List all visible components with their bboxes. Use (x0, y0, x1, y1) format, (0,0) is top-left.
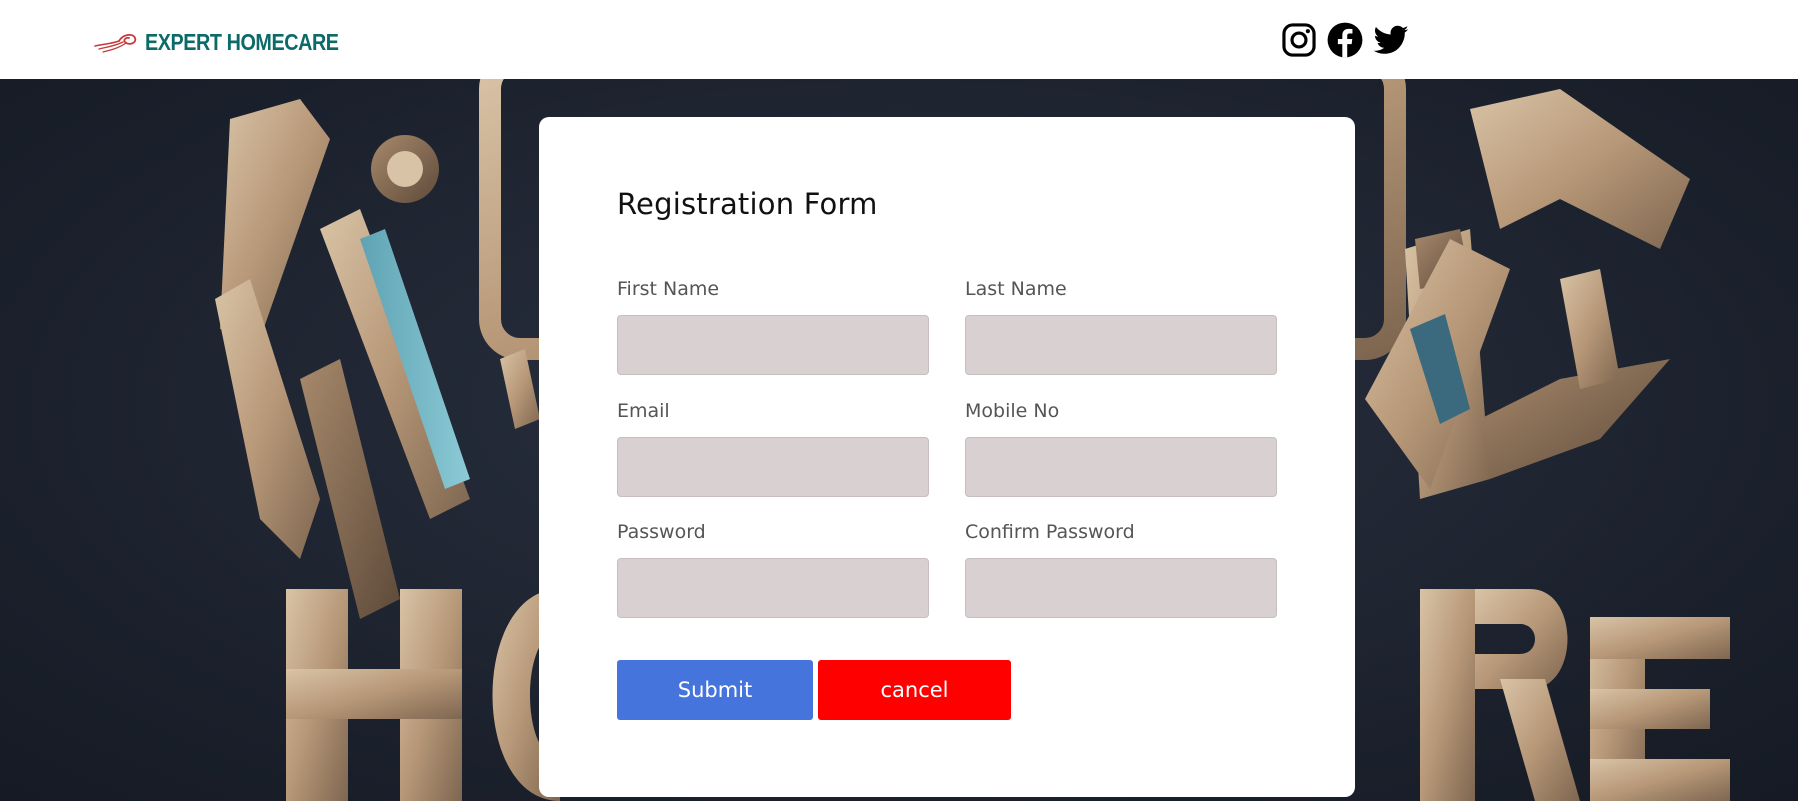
swirl-logo-icon (94, 34, 137, 53)
confirm-password-group: Confirm Password (965, 520, 1277, 618)
password-input[interactable] (617, 558, 929, 618)
mobile-input[interactable] (965, 437, 1277, 497)
email-input[interactable] (617, 437, 929, 497)
facebook-link[interactable] (1326, 21, 1364, 59)
email-group: Email (617, 399, 929, 497)
cancel-button[interactable]: cancel (818, 660, 1011, 720)
registration-form-card: Registration Form First Name Last Name E… (539, 117, 1355, 797)
confirm-password-label: Confirm Password (965, 521, 1135, 543)
twitter-link[interactable] (1372, 21, 1410, 59)
twitter-icon (1373, 25, 1409, 54)
social-links (1280, 21, 1410, 59)
form-title: Registration Form (617, 187, 878, 221)
submit-button[interactable]: Submit (617, 660, 813, 720)
first-name-group: First Name (617, 277, 929, 375)
brand-name: EXPERT HOMECARE (145, 29, 339, 55)
brand-logo[interactable]: EXPERT HOMECARE (93, 26, 370, 58)
top-navbar: EXPERT HOMECARE (0, 0, 1798, 79)
password-group: Password (617, 520, 929, 618)
email-label: Email (617, 400, 670, 422)
confirm-password-input[interactable] (965, 558, 1277, 618)
last-name-group: Last Name (965, 277, 1277, 375)
instagram-icon (1282, 23, 1316, 57)
mobile-label: Mobile No (965, 400, 1060, 422)
first-name-label: First Name (617, 278, 720, 300)
last-name-label: Last Name (965, 278, 1067, 300)
first-name-input[interactable] (617, 315, 929, 375)
mobile-group: Mobile No (965, 399, 1277, 497)
password-label: Password (617, 521, 706, 543)
instagram-link[interactable] (1280, 21, 1318, 59)
facebook-icon (1327, 22, 1363, 58)
last-name-input[interactable] (965, 315, 1277, 375)
